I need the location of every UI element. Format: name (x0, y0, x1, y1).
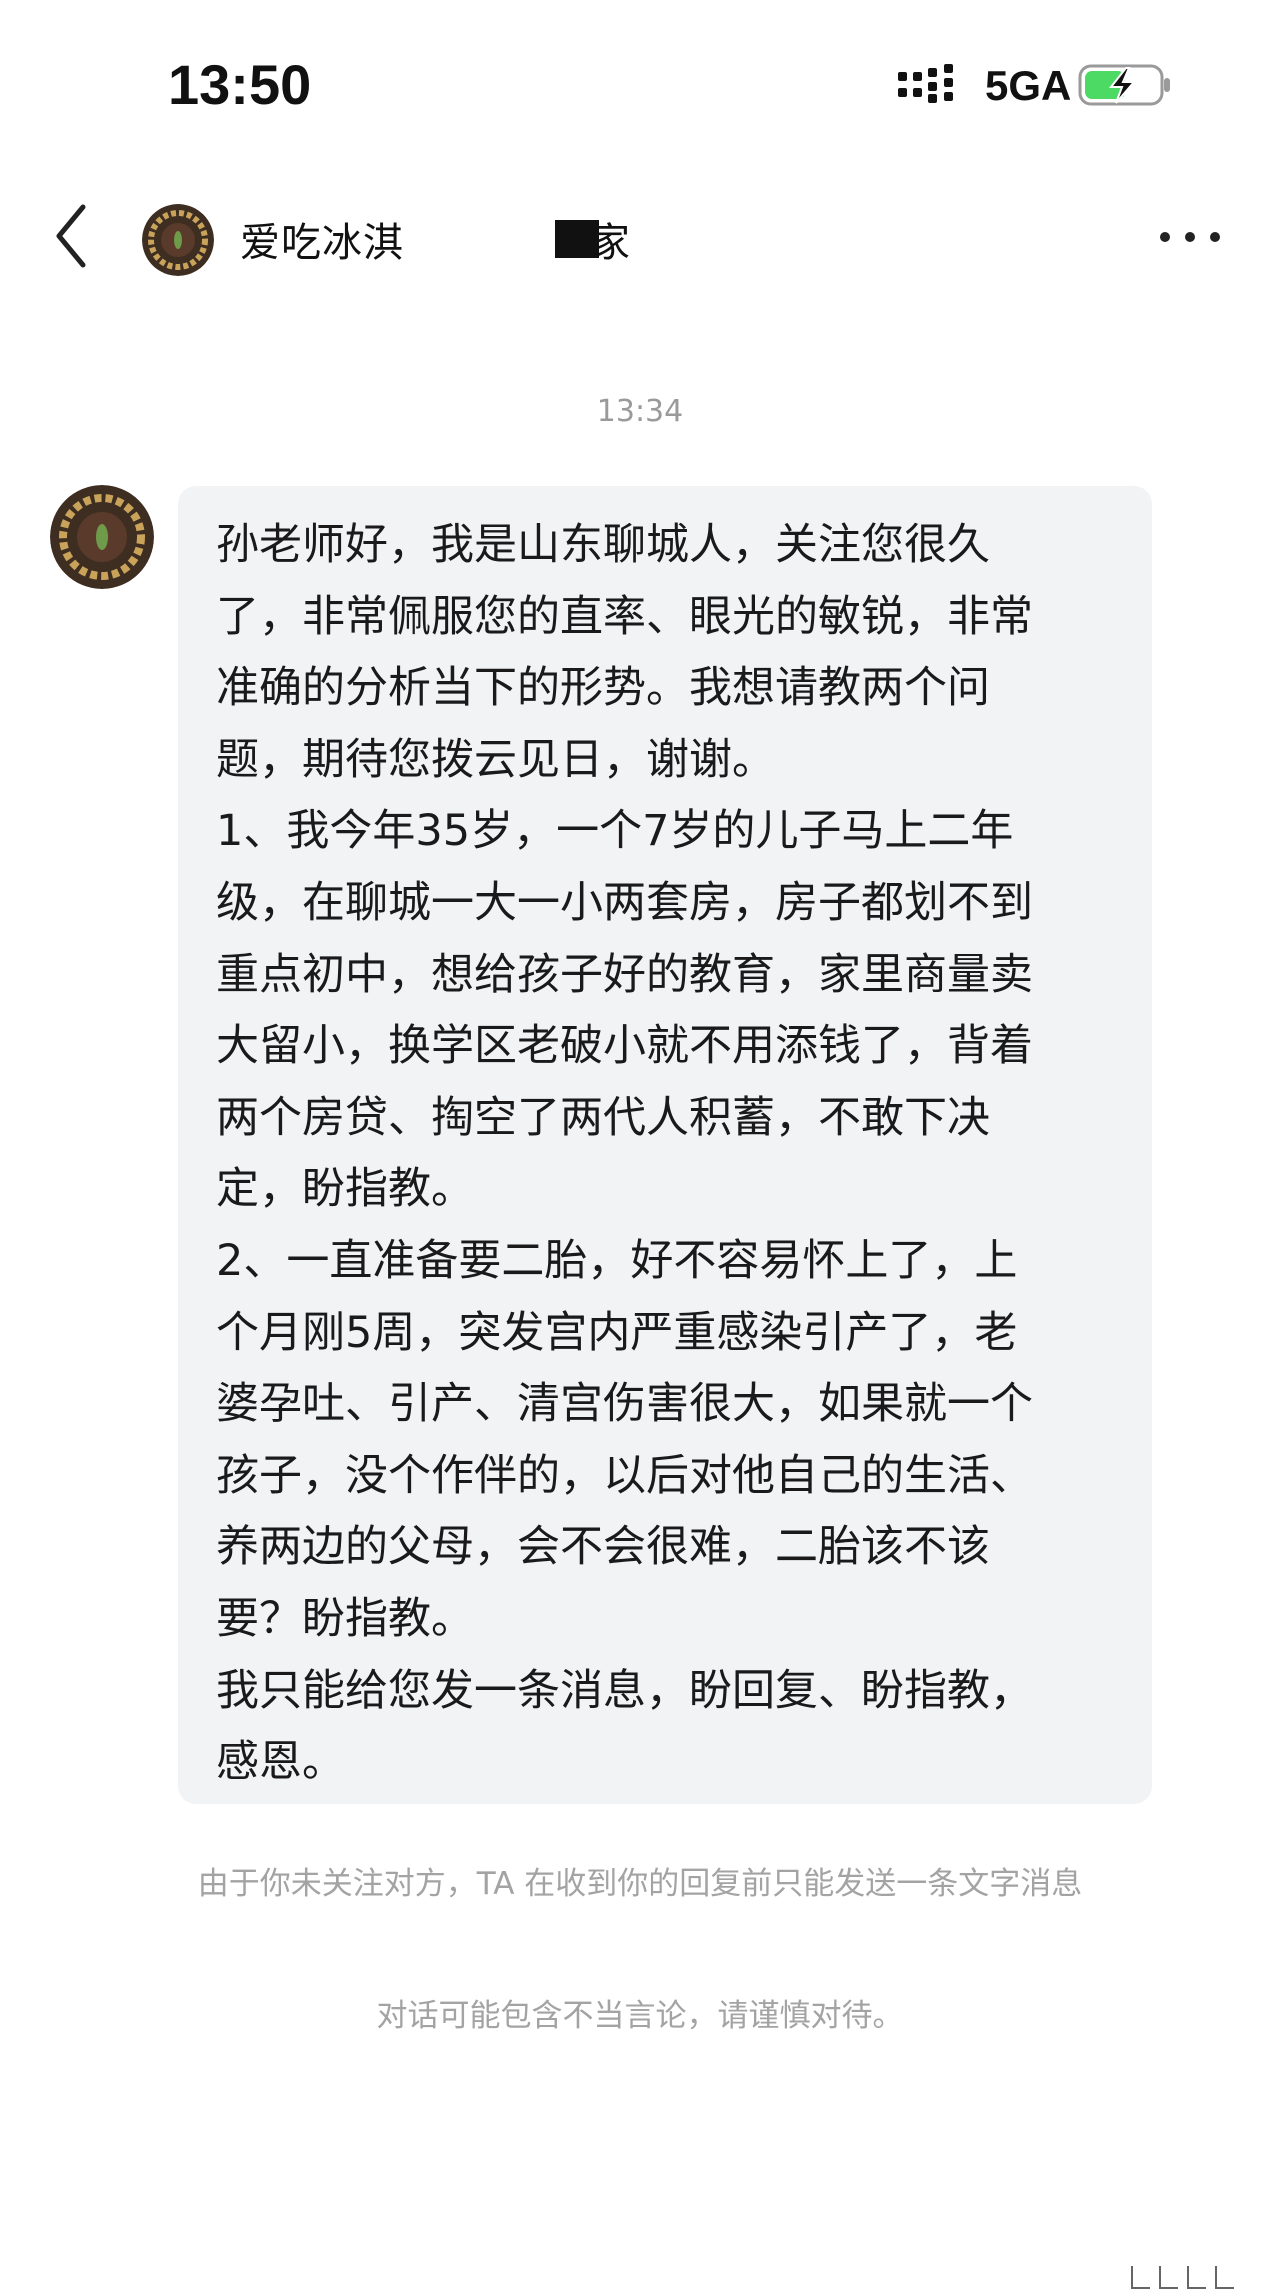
message-line: 感恩。 (216, 1737, 345, 1788)
contact-avatar[interactable] (142, 204, 214, 276)
message-line: 了，非常佩服您的直率、眼光的敏锐，非常 (216, 591, 1033, 642)
follow-restriction-notice: 由于你未关注对方，TA 在收到你的回复前只能发送一条文字消息 (197, 1866, 1083, 1902)
message-line: 孩子，没个作伴的，以后对他自己的生活、 (216, 1450, 1033, 1501)
more-dots-icon (1160, 232, 1220, 242)
message-line: 养两边的父母，会不会很难，二胎该不该 (216, 1522, 990, 1573)
more-options-button[interactable] (1150, 212, 1230, 262)
network-type-label: 5GA (985, 62, 1072, 109)
message-line: 孙老师好，我是山东聊城人，关注您很久 (216, 520, 990, 570)
message-bubble[interactable]: 孙老师好，我是山东聊城人，关注您很久 了，非常佩服您的直率、眼光的敏锐，非常 准确的… (178, 486, 1152, 1804)
message-timestamp: 13:34 (596, 394, 684, 429)
contact-name: 爱吃冰淇 (240, 210, 404, 268)
message-line: 个月刚5周，突发宫内严重感染引产了，老 (216, 1307, 1018, 1358)
message-line: 我只能给您发一条消息，盼回复、盼指教， (216, 1665, 1033, 1716)
status-time: 13:50 (168, 53, 312, 116)
watermark-corner-icon (1131, 2266, 1234, 2289)
avatar-image (142, 204, 214, 276)
message-line: 婆孕吐、引产、清宫伤害很大，如果就一个 (216, 1379, 1033, 1430)
message-line: 1、我今年35岁，一个7岁的儿子马上二年 (216, 806, 1014, 857)
status-bar: 13:50 5GA (0, 0, 1280, 170)
back-button[interactable] (46, 196, 96, 276)
message-line: 重点初中，想给孩子好的教育，家里商量卖 (216, 949, 1033, 1000)
safety-warning: 对话可能包含不当言论，请谨慎对待。 (376, 1998, 904, 2034)
contact-name-visible: 爱吃冰淇 (240, 220, 404, 266)
message-line: 2、一直准备要二胎，好不容易怀上了，上 (216, 1235, 1018, 1286)
message-line: 两个房贷、掏空了两代人积蓄，不敢下决 (216, 1092, 990, 1143)
message-line: 级，在聊城一大一小两套房，房子都划不到 (216, 877, 1033, 928)
message-line: 准确的分析当下的形势。我想请教两个问 (216, 663, 990, 714)
message-line: 定，盼指教。 (216, 1164, 474, 1215)
battery-charging-icon (1078, 64, 1170, 106)
chevron-left-icon (56, 204, 86, 268)
sender-avatar[interactable] (50, 485, 154, 589)
message-line: 大留小，换学区老破小就不用添钱了，背着 (216, 1021, 1033, 1072)
avatar-image (50, 485, 154, 589)
signal-icon (898, 64, 953, 103)
message-line: 要？盼指教。 (216, 1593, 474, 1644)
message-line: 题，期待您拨云见日，谢谢。 (216, 734, 775, 785)
contact-name-tail: 家 (590, 220, 630, 266)
